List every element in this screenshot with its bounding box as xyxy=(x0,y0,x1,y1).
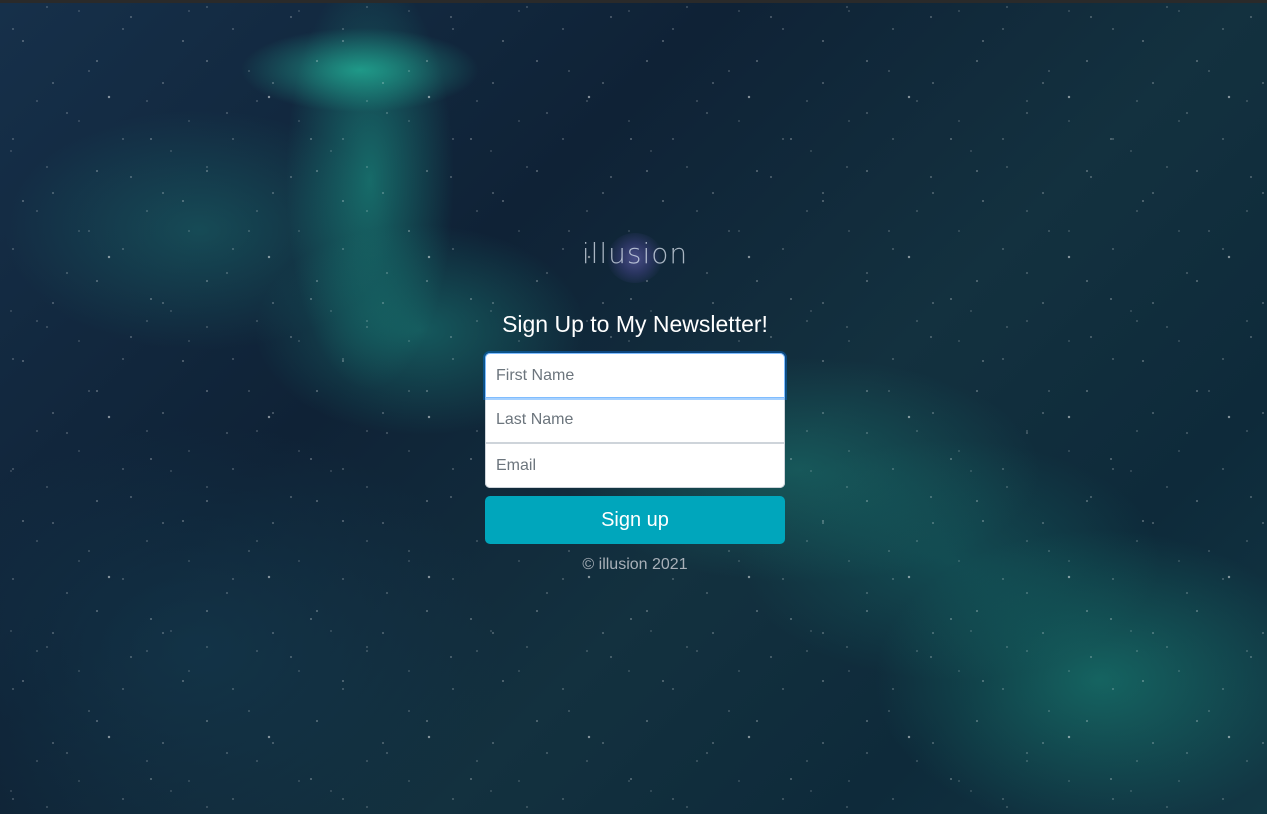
window-top-edge xyxy=(0,0,1267,3)
signup-card: illusion Sign Up to My Newsletter! Sign … xyxy=(485,225,785,574)
input-group xyxy=(485,353,785,488)
newsletter-form: Sign up xyxy=(485,353,785,544)
brand-logo: illusion xyxy=(485,225,785,287)
sign-up-button[interactable]: Sign up xyxy=(485,496,785,544)
page-title: Sign Up to My Newsletter! xyxy=(502,311,768,337)
first-name-field[interactable] xyxy=(485,353,785,398)
logo-text: illusion xyxy=(581,237,689,270)
copyright-footer: © illusion 2021 xyxy=(582,556,688,573)
email-field[interactable] xyxy=(485,443,785,488)
last-name-field[interactable] xyxy=(485,398,785,443)
